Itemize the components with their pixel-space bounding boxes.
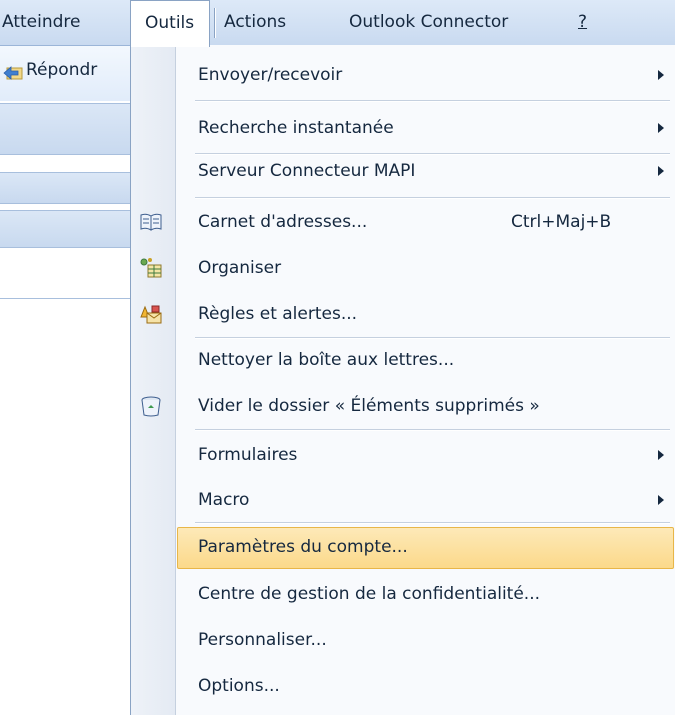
submenu-arrow-icon [658, 166, 664, 176]
menu-item-label: Serveur Connecteur MAPI [198, 161, 416, 181]
menu-item-nettoyer-boite[interactable]: Nettoyer la boîte aux lettres... [131, 337, 675, 383]
submenu-arrow-icon [658, 123, 664, 133]
menu-help-label: ? [578, 12, 588, 32]
menu-bar: Atteindre Outils Actions Outlook Connect… [0, 0, 675, 47]
menu-item-centre-confidentialite[interactable]: Centre de gestion de la confidentialité.… [131, 571, 675, 617]
empty-trash-icon [141, 396, 161, 417]
menu-item-serveur-connecteur-mapi[interactable]: Serveur Connecteur MAPI [131, 148, 675, 194]
menu-item-carnet-adresses[interactable]: Carnet d'adresses... Ctrl+Maj+B [131, 199, 675, 245]
menu-help[interactable]: ? [578, 0, 587, 45]
divider [0, 298, 130, 299]
menu-item-shortcut: Ctrl+Maj+B [511, 212, 612, 232]
menu-item-macro[interactable]: Macro [131, 477, 675, 523]
outils-dropdown-menu: Envoyer/recevoir Recherche instantanée S… [130, 45, 675, 715]
menu-item-label: Règles et alertes... [198, 304, 358, 324]
menu-separator [195, 429, 670, 431]
menu-item-label: Options... [198, 676, 280, 696]
menu-item-parametres-compte[interactable]: Paramètres du compte... [131, 524, 675, 570]
address-book-icon [140, 213, 162, 231]
nav-band [0, 103, 130, 155]
menu-item-vider-dossier[interactable]: Vider le dossier « Éléments supprimés » [131, 383, 675, 429]
nav-band [0, 210, 130, 248]
menu-item-label: Organiser [198, 258, 282, 278]
menubar-separator [214, 8, 218, 38]
reply-button-label: Répondr [26, 60, 98, 80]
menu-item-label: Personnaliser... [198, 630, 327, 650]
reply-icon [3, 66, 23, 80]
menu-item-label: Envoyer/recevoir [198, 65, 343, 85]
nav-band [0, 172, 130, 204]
menu-outils-label: Outils [145, 13, 195, 33]
menu-item-formulaires[interactable]: Formulaires [131, 432, 675, 478]
menu-outlook-connector-label: Outlook Connector [349, 12, 509, 32]
menu-atteindre[interactable]: Atteindre [2, 0, 80, 45]
menu-item-label: Paramètres du compte... [198, 537, 408, 557]
menu-item-regles-alertes[interactable]: Règles et alertes... [131, 291, 675, 337]
menu-item-label: Centre de gestion de la confidentialité.… [198, 584, 541, 604]
menu-outils[interactable]: Outils [130, 0, 210, 47]
submenu-arrow-icon [658, 495, 664, 505]
menu-item-recherche-instantanee[interactable]: Recherche instantanée [131, 105, 675, 151]
menu-item-organiser[interactable]: Organiser [131, 245, 675, 291]
menu-item-label: Recherche instantanée [198, 118, 394, 138]
menu-item-label: Nettoyer la boîte aux lettres... [198, 350, 455, 370]
menu-item-label: Vider le dossier « Éléments supprimés » [198, 396, 540, 416]
reply-button[interactable]: Répondr [0, 46, 130, 101]
rules-alerts-icon [140, 305, 162, 324]
menu-item-options[interactable]: Options... [131, 663, 675, 709]
menu-actions[interactable]: Actions [224, 0, 286, 45]
menu-atteindre-label: Atteindre [2, 12, 81, 32]
menu-item-label: Carnet d'adresses... [198, 212, 368, 232]
menu-item-envoyer-recevoir[interactable]: Envoyer/recevoir [131, 52, 675, 98]
submenu-arrow-icon [658, 450, 664, 460]
submenu-arrow-icon [658, 70, 664, 80]
menu-separator [195, 100, 670, 102]
menu-outlook-connector[interactable]: Outlook Connector [349, 0, 508, 45]
menu-actions-label: Actions [224, 12, 287, 32]
menu-item-personnaliser[interactable]: Personnaliser... [131, 617, 675, 663]
organize-icon [140, 258, 162, 278]
menu-item-label: Formulaires [198, 445, 298, 465]
menu-item-label: Macro [198, 490, 250, 510]
